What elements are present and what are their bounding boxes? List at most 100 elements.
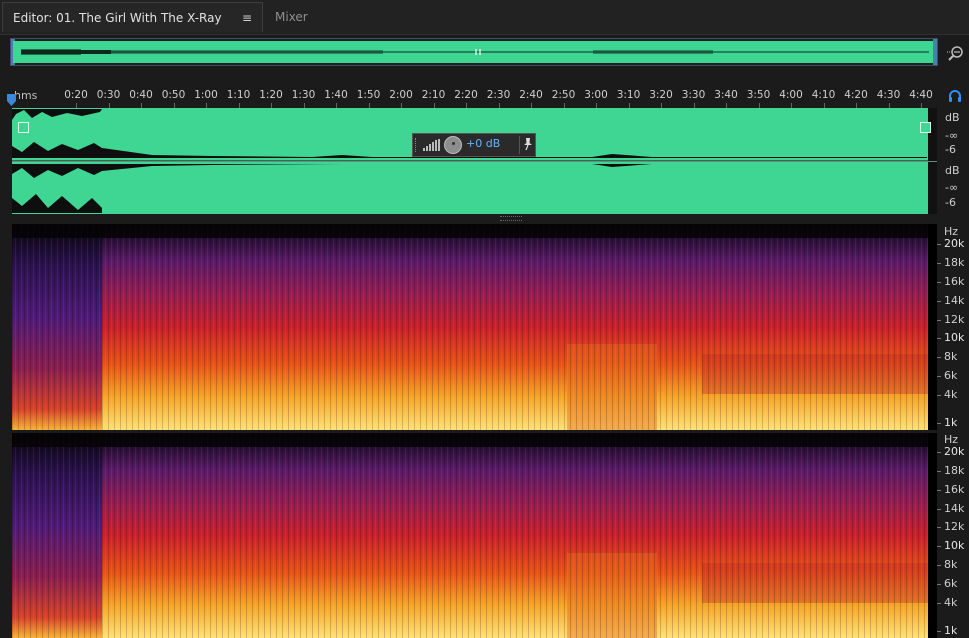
ruler-unit: hms — [14, 89, 38, 102]
ruler-tick-label: 1:30 — [291, 89, 316, 101]
ruler-tick-label: 2:40 — [519, 89, 543, 101]
hud-grip[interactable] — [415, 138, 419, 152]
ruler-tick-label: 2:10 — [421, 89, 446, 101]
spectrogram-ch1-graphic — [12, 224, 937, 430]
ruler-tick-label: 3:50 — [746, 89, 771, 101]
ruler-tick-label: 1:20 — [259, 89, 283, 101]
db-unit-ch2: dB — [945, 164, 960, 177]
time-ruler[interactable]: hms 0:20 0:30 0:40 0:50 1:00 1:10 1:20 1:30 1:40… — [0, 86, 969, 108]
pin-icon[interactable] — [522, 137, 534, 151]
hz-label: 12k — [944, 313, 965, 326]
hz-tick — [937, 423, 941, 424]
ruler-tick-label: 0:40 — [129, 89, 153, 101]
spectral-display-ch1[interactable] — [12, 224, 937, 430]
tab-menu-icon[interactable]: ≡ — [242, 3, 252, 33]
fade-out-handle[interactable] — [920, 122, 931, 133]
hz-label: 8k — [944, 558, 958, 571]
hz-label: 16k — [944, 275, 965, 288]
fade-in-handle[interactable] — [18, 122, 29, 133]
hz-label: 14k — [944, 502, 965, 515]
ruler-tick-label: 4:20 — [844, 89, 868, 101]
gain-value[interactable]: +0 dB — [466, 137, 500, 150]
ruler-tick-label: 4:00 — [779, 89, 803, 101]
tab-editor[interactable]: Editor: 01. The Girl With The X-Ray Eyes… — [2, 2, 263, 55]
gain-hud[interactable]: +0 dB — [412, 133, 536, 157]
headphones-icon[interactable] — [947, 88, 963, 104]
hz-tick — [937, 631, 941, 632]
hz-tick — [937, 471, 941, 472]
ruler-tick-label: 2:20 — [454, 89, 478, 101]
ruler-tick-label: 0:20 — [64, 89, 88, 101]
hz-tick — [937, 282, 941, 283]
hz-label: 10k — [944, 331, 965, 344]
tab-mixer[interactable]: Mixer — [265, 2, 325, 32]
hz-tick — [937, 263, 941, 264]
hz-tick — [937, 584, 941, 585]
ruler-tick-label: 1:10 — [226, 89, 251, 101]
hud-separator — [519, 136, 520, 154]
ruler-tick-label: 1:50 — [356, 89, 381, 101]
ruler-tick-label: 2:30 — [486, 89, 511, 101]
hz-label: 16k — [944, 483, 965, 496]
db-mark-ch2-6: -6 — [945, 196, 956, 209]
hz-label: 6k — [944, 577, 958, 590]
ruler-tick-label: 3:10 — [616, 89, 641, 101]
spectrogram-ch2-graphic — [12, 433, 937, 638]
hz-tick — [937, 320, 941, 321]
ruler-tick-label: 3:40 — [714, 89, 738, 101]
ruler-tick-label: 4:10 — [811, 89, 836, 101]
hz-tick — [937, 244, 941, 245]
level-bars-icon — [423, 139, 440, 151]
splitter-grip[interactable] — [500, 216, 522, 221]
hz-label: 14k — [944, 294, 965, 307]
gain-knob[interactable] — [444, 136, 462, 154]
ruler-tick-label: 0:50 — [161, 89, 186, 101]
hz-tick — [937, 357, 941, 358]
overview-waveform — [13, 41, 933, 63]
ruler-tick-label: 3:20 — [649, 89, 673, 101]
hz-label: 4k — [944, 596, 958, 609]
hz-tick — [937, 603, 941, 604]
db-mark-ch1-6: -6 — [945, 143, 956, 156]
ruler-tick-label: 3:30 — [681, 89, 706, 101]
overview-navigator[interactable] — [10, 38, 938, 66]
ruler-tick-label: 4:40 — [909, 89, 933, 101]
db-mark-ch2-inf: -∞ — [945, 181, 959, 194]
hz-tick — [937, 452, 941, 453]
ruler-tick-label: 3:00 — [584, 89, 608, 101]
overview-right-handle[interactable] — [933, 39, 937, 65]
spectral-display-ch2[interactable] — [12, 433, 937, 638]
tab-bar: Editor: 01. The Girl With The X-Ray Eyes… — [0, 0, 969, 55]
channel-divider-line — [12, 161, 937, 162]
hz-label: 6k — [944, 369, 958, 382]
hz-tick — [937, 527, 941, 528]
hz-label: 18k — [944, 256, 965, 269]
hz-tick — [937, 301, 941, 302]
hz-label: 12k — [944, 520, 965, 533]
hz-label: 4k — [944, 388, 958, 401]
db-unit-ch1: dB — [945, 111, 960, 124]
ruler-tick-label: 1:00 — [194, 89, 218, 101]
hz-label: 10k — [944, 539, 965, 552]
panel-splitter[interactable] — [12, 214, 937, 222]
ruler-tick-label: 2:00 — [389, 89, 413, 101]
hz-label: 20k — [944, 237, 965, 250]
ruler-tick-label: 1:40 — [324, 89, 348, 101]
overview-waveform-graphic — [21, 49, 929, 55]
playhead-marker[interactable] — [7, 94, 16, 106]
hz-label: 8k — [944, 350, 958, 363]
ruler-tick-label: 4:30 — [876, 89, 901, 101]
hz-tick — [937, 395, 941, 396]
hz-label: 1k — [944, 416, 958, 429]
hz-label: 1k — [944, 624, 958, 637]
hz-tick — [937, 338, 941, 339]
hz-label: 20k — [944, 445, 965, 458]
hz-tick — [937, 546, 941, 547]
zoom-icon[interactable] — [947, 44, 965, 62]
hz-tick — [937, 509, 941, 510]
hz-tick — [937, 376, 941, 377]
db-mark-ch1-inf: -∞ — [945, 129, 959, 142]
hz-tick — [937, 490, 941, 491]
hz-label: 18k — [944, 464, 965, 477]
tab-mixer-label: Mixer — [275, 10, 308, 24]
